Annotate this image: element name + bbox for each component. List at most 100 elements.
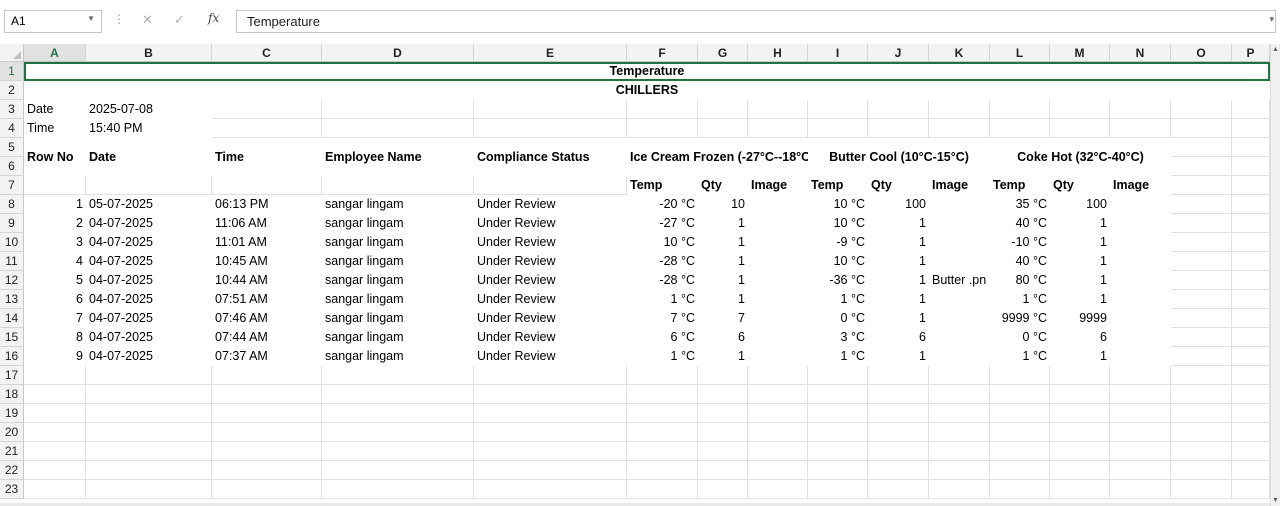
- cell-butter-temp[interactable]: 0 °C: [808, 309, 868, 328]
- header-image[interactable]: Image: [1110, 176, 1171, 195]
- scroll-up-icon[interactable]: ▲: [1272, 46, 1279, 53]
- cell-coke-qty[interactable]: 100: [1050, 195, 1110, 214]
- cell-coke-image[interactable]: [1110, 271, 1171, 290]
- cell-ice-cream-image[interactable]: [748, 347, 808, 366]
- cell-employee[interactable]: sangar lingam: [322, 328, 474, 347]
- cell-ice-cream-qty[interactable]: 1: [698, 290, 748, 309]
- cell-ice-cream-image[interactable]: [748, 252, 808, 271]
- vertical-scrollbar[interactable]: ▲ ▼: [1270, 44, 1280, 506]
- cell-employee[interactable]: sangar lingam: [322, 347, 474, 366]
- column-header-o[interactable]: O: [1171, 44, 1232, 62]
- cell-ice-cream-temp[interactable]: -28 °C: [627, 252, 698, 271]
- cell-butter-image[interactable]: [929, 195, 990, 214]
- cell-ice-cream-temp[interactable]: -27 °C: [627, 214, 698, 233]
- cell-coke-qty[interactable]: 9999: [1050, 309, 1110, 328]
- cell-coke-qty[interactable]: 1: [1050, 347, 1110, 366]
- cell-butter-temp[interactable]: -9 °C: [808, 233, 868, 252]
- column-header-h[interactable]: H: [748, 44, 808, 62]
- cell-butter-temp[interactable]: 10 °C: [808, 195, 868, 214]
- cell-ice-cream-temp[interactable]: -28 °C: [627, 271, 698, 290]
- select-all-button[interactable]: [0, 44, 24, 62]
- cell-butter-temp[interactable]: 10 °C: [808, 252, 868, 271]
- cell-butter-temp[interactable]: 1 °C: [808, 347, 868, 366]
- insert-function-icon[interactable]: fx: [208, 11, 219, 25]
- row-header-15[interactable]: 15: [0, 328, 24, 347]
- column-header-d[interactable]: D: [322, 44, 474, 62]
- column-header-j[interactable]: J: [868, 44, 929, 62]
- cell-row-no[interactable]: 6: [24, 290, 86, 309]
- formula-input[interactable]: Temperature: [236, 10, 1276, 33]
- cell-coke-image[interactable]: [1110, 347, 1171, 366]
- cell-coke-temp[interactable]: 35 °C: [990, 195, 1050, 214]
- header-row-no[interactable]: Row No: [24, 138, 86, 176]
- cell-butter-image[interactable]: [929, 347, 990, 366]
- cell-coke-temp[interactable]: 1 °C: [990, 347, 1050, 366]
- cell-ice-cream-qty[interactable]: 7: [698, 309, 748, 328]
- cell-status[interactable]: Under Review: [474, 233, 627, 252]
- header-temp[interactable]: Temp: [990, 176, 1050, 195]
- cell-ice-cream-qty[interactable]: 1: [698, 233, 748, 252]
- cell-butter-qty[interactable]: 1: [868, 309, 929, 328]
- row-header-9[interactable]: 9: [0, 214, 24, 233]
- meta-value[interactable]: 2025-07-08: [86, 100, 212, 119]
- cell-coke-temp[interactable]: -10 °C: [990, 233, 1050, 252]
- cell-butter-image[interactable]: Butter .pn: [929, 271, 990, 290]
- cell-coke-image[interactable]: [1110, 290, 1171, 309]
- cell-row-no[interactable]: 2: [24, 214, 86, 233]
- cell-time[interactable]: 07:46 AM: [212, 309, 322, 328]
- cell-coke-qty[interactable]: 1: [1050, 271, 1110, 290]
- column-header-f[interactable]: F: [627, 44, 698, 62]
- cell-ice-cream-qty[interactable]: 1: [698, 347, 748, 366]
- name-box[interactable]: A1 ▼: [4, 10, 102, 33]
- cell-ice-cream-image[interactable]: [748, 195, 808, 214]
- cell-status[interactable]: Under Review: [474, 328, 627, 347]
- cell-coke-qty[interactable]: 1: [1050, 290, 1110, 309]
- cell-date[interactable]: 04-07-2025: [86, 271, 212, 290]
- cell-butter-qty[interactable]: 1: [868, 290, 929, 309]
- cell-row-no[interactable]: 3: [24, 233, 86, 252]
- cell-ice-cream-temp[interactable]: 10 °C: [627, 233, 698, 252]
- cell-ice-cream-qty[interactable]: 1: [698, 252, 748, 271]
- cell-butter-image[interactable]: [929, 290, 990, 309]
- cell-status[interactable]: Under Review: [474, 252, 627, 271]
- cell-butter-qty[interactable]: 1: [868, 271, 929, 290]
- meta-label[interactable]: Time: [24, 119, 86, 138]
- column-header-l[interactable]: L: [990, 44, 1050, 62]
- row-header-10[interactable]: 10: [0, 233, 24, 252]
- cell-employee[interactable]: sangar lingam: [322, 252, 474, 271]
- cell-ice-cream-qty[interactable]: 1: [698, 214, 748, 233]
- column-header-m[interactable]: M: [1050, 44, 1110, 62]
- meta-value[interactable]: 15:40 PM: [86, 119, 212, 138]
- row-header-6[interactable]: 6: [0, 157, 24, 176]
- cell-time[interactable]: 10:45 AM: [212, 252, 322, 271]
- cell-butter-qty[interactable]: 1: [868, 214, 929, 233]
- cell-ice-cream-qty[interactable]: 6: [698, 328, 748, 347]
- cell-date[interactable]: 05-07-2025: [86, 195, 212, 214]
- cell-date[interactable]: 04-07-2025: [86, 309, 212, 328]
- row-header-18[interactable]: 18: [0, 385, 24, 404]
- row-header-7[interactable]: 7: [0, 176, 24, 195]
- row-header-1[interactable]: 1: [0, 62, 24, 81]
- header-temp[interactable]: Temp: [627, 176, 698, 195]
- column-header-p[interactable]: P: [1232, 44, 1270, 62]
- cell-ice-cream-image[interactable]: [748, 233, 808, 252]
- header-qty[interactable]: Qty: [868, 176, 929, 195]
- row-header-23[interactable]: 23: [0, 480, 24, 499]
- header-image[interactable]: Image: [929, 176, 990, 195]
- cell-row-no[interactable]: 8: [24, 328, 86, 347]
- header-butter-group[interactable]: Butter Cool (10°C-15°C): [808, 138, 990, 176]
- cell-status[interactable]: Under Review: [474, 290, 627, 309]
- cell-employee[interactable]: sangar lingam: [322, 290, 474, 309]
- cell-time[interactable]: 07:51 AM: [212, 290, 322, 309]
- chevron-down-icon[interactable]: ▼: [87, 14, 95, 23]
- cell-coke-image[interactable]: [1110, 309, 1171, 328]
- cell-time[interactable]: 11:01 AM: [212, 233, 322, 252]
- cell-date[interactable]: 04-07-2025: [86, 214, 212, 233]
- cell-coke-qty[interactable]: 1: [1050, 233, 1110, 252]
- row-header-2[interactable]: 2: [0, 81, 24, 100]
- cell-row-no[interactable]: 7: [24, 309, 86, 328]
- cell-coke-temp[interactable]: 9999 °C: [990, 309, 1050, 328]
- row-header-12[interactable]: 12: [0, 271, 24, 290]
- enter-icon[interactable]: ✓: [174, 12, 185, 28]
- column-header-b[interactable]: B: [86, 44, 212, 62]
